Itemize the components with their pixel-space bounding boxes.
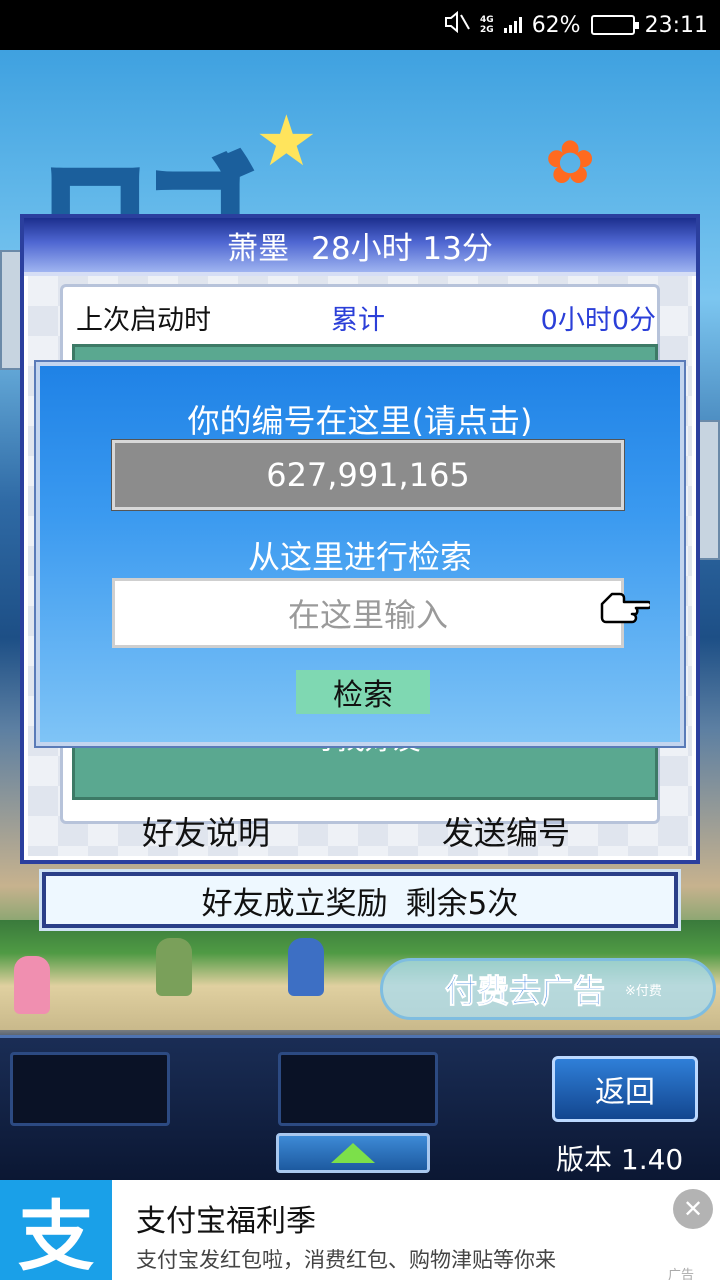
- flower-icon: ✿: [545, 128, 596, 198]
- play-time: 28小时 13分: [311, 230, 493, 267]
- character-sprite: [156, 938, 192, 996]
- back-button[interactable]: 返回: [552, 1056, 698, 1122]
- expand-menu-button[interactable]: [276, 1133, 430, 1173]
- search-prompt: 从这里进行检索: [247, 538, 472, 576]
- remove-ads-note: ※付费: [625, 983, 662, 999]
- reward-label: 好友成立奖励: [201, 885, 388, 922]
- version-label: 版本 1.40: [556, 1143, 684, 1176]
- close-ad-button[interactable]: ✕: [673, 1189, 713, 1229]
- clock: 23:11: [644, 12, 708, 38]
- friend-help-button[interactable]: 好友说明: [142, 808, 270, 854]
- background-building: [0, 250, 22, 370]
- ad-title: 支付宝福利季: [136, 1204, 316, 1239]
- character-sprite: [14, 956, 50, 1014]
- launch-info-row: 上次启动时 累计 0小时0分: [76, 298, 656, 337]
- reward-remaining: 剩余5次: [405, 885, 519, 922]
- user-id-display[interactable]: 627,991,165: [111, 439, 625, 511]
- cumulative-value: 0小时0分: [540, 305, 656, 336]
- network-top: 4G: [480, 15, 494, 25]
- search-dialog: 你的编号在这里(请点击) 627,991,165 从这里进行检索 在这里输入 检…: [34, 360, 686, 748]
- ad-banner[interactable]: 支 支付宝福利季 支付宝发红包啦，消费红包、购物津贴等你来: [0, 1180, 720, 1280]
- star-icon: ★: [255, 100, 318, 182]
- network-bottom: 2G: [480, 25, 494, 35]
- arrow-up-icon: [331, 1143, 375, 1163]
- close-icon: ✕: [682, 1195, 704, 1223]
- remove-ads-button[interactable]: 付费去广告 ※付费: [380, 958, 716, 1020]
- signal-icon: [503, 17, 522, 33]
- last-launch-label: 上次启动时: [76, 305, 211, 336]
- ad-tag: 广告: [668, 1268, 695, 1280]
- menu-slot[interactable]: [10, 1052, 170, 1126]
- character-sprite: [288, 938, 324, 996]
- player-name: 萧墨: [227, 230, 290, 267]
- pointing-hand-icon: [600, 592, 650, 624]
- background-building: [698, 420, 720, 560]
- ad-description: 支付宝发红包啦，消费红包、购物津贴等你来: [136, 1248, 556, 1272]
- your-id-title: 你的编号在这里(请点击): [187, 402, 533, 440]
- battery-icon: [590, 15, 639, 35]
- mute-icon: [444, 10, 470, 39]
- menu-slot[interactable]: [278, 1052, 438, 1126]
- search-button[interactable]: 检索: [296, 670, 430, 714]
- status-bar: 4G 2G 62% 23:11: [0, 0, 720, 50]
- panel-header: 萧墨 28小时 13分: [24, 218, 696, 276]
- battery-percent: 62%: [531, 12, 581, 38]
- search-input[interactable]: 在这里输入: [112, 578, 624, 648]
- reward-bar: 好友成立奖励 剩余5次: [39, 869, 681, 931]
- alipay-logo: 支: [0, 1180, 112, 1280]
- network-type: 4G 2G: [480, 15, 494, 35]
- send-id-button[interactable]: 发送编号: [442, 808, 570, 854]
- remove-ads-label: 付费去广告: [444, 972, 606, 1011]
- cumulative-label: 累计: [331, 305, 385, 336]
